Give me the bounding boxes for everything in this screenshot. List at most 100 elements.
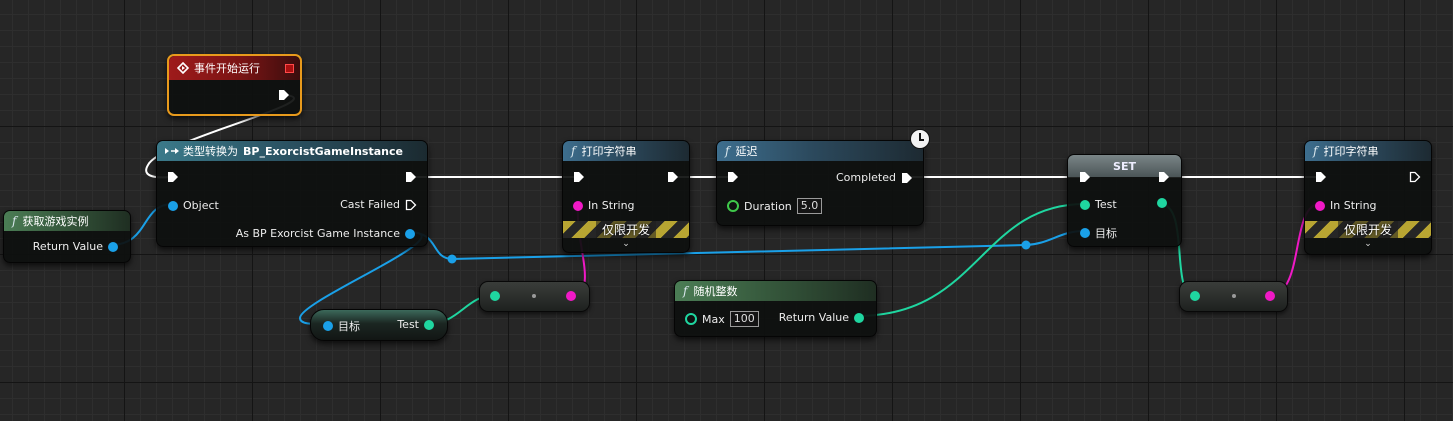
exec-in-icon xyxy=(168,172,178,182)
get-test-value-pin[interactable]: Test xyxy=(392,318,434,331)
delay-exec-in-pin[interactable] xyxy=(727,171,739,183)
cast-object-pin[interactable]: Object xyxy=(168,199,224,212)
print1-exec-out-pin[interactable] xyxy=(667,171,679,183)
random-integer-node[interactable]: f 随机整数 Max 100 Return Value xyxy=(674,280,877,337)
return-value-label: Return Value xyxy=(32,240,103,253)
print-string-header: f 打印字符串 xyxy=(563,141,689,161)
print-string-node-2[interactable]: f 打印字符串 In String 仅限开发 ⌄ xyxy=(1304,140,1432,255)
object-pin-icon xyxy=(108,241,118,252)
random-return-pin[interactable]: Return Value xyxy=(774,311,864,324)
cast-failed-label: Cast Failed xyxy=(340,198,400,211)
event-header: 事件开始运行 xyxy=(169,56,300,80)
event-icon xyxy=(177,62,189,74)
object-pin-icon xyxy=(168,200,178,211)
set-test-in-pin[interactable]: Test xyxy=(1080,198,1122,211)
get-test-target-pin[interactable]: 目标 xyxy=(323,318,365,334)
string-pin-icon xyxy=(1315,200,1325,211)
dev-only-banner: 仅限开发 xyxy=(1305,221,1431,238)
function-icon: f xyxy=(1313,144,1318,158)
chevron-down-icon[interactable]: ⌄ xyxy=(1305,239,1431,249)
delay-title: 延迟 xyxy=(735,145,758,158)
set-target-pin[interactable]: 目标 xyxy=(1080,225,1122,241)
exec-out-icon xyxy=(668,172,678,182)
max-input[interactable]: 100 xyxy=(729,311,759,327)
target-label: 目标 xyxy=(338,320,360,333)
print2-exec-out-pin[interactable] xyxy=(1409,171,1421,183)
function-icon: f xyxy=(683,284,688,298)
reroute-knot-2 xyxy=(1021,240,1031,250)
cast-node[interactable]: 类型转换为 BP_ExorcistGameInstance Object Cas… xyxy=(156,140,428,247)
reroute-knot-1 xyxy=(447,254,457,264)
string-pin-icon[interactable] xyxy=(566,291,576,301)
string-pin-icon[interactable] xyxy=(1265,291,1275,301)
duration-label: Duration xyxy=(744,199,792,213)
object-pin-icon xyxy=(405,228,415,239)
get-game-instance-header: f 获取游戏实例 xyxy=(4,211,130,231)
integer-pin-icon xyxy=(424,319,434,330)
set-exec-out-pin[interactable] xyxy=(1158,171,1170,183)
cast-exec-out-pin[interactable] xyxy=(405,171,417,183)
object-pin-icon xyxy=(1080,228,1090,238)
return-value-pin[interactable]: Return Value xyxy=(28,240,118,253)
clock-icon xyxy=(910,129,930,149)
print2-in-string-pin[interactable]: In String xyxy=(1315,199,1382,212)
as-instance-label: As BP Exorcist Game Instance xyxy=(235,227,400,240)
set-title: SET xyxy=(1113,159,1136,173)
get-game-instance-title: 获取游戏实例 xyxy=(22,215,89,228)
print1-in-string-pin[interactable]: In String xyxy=(573,199,640,212)
set-exec-in-pin[interactable] xyxy=(1079,171,1091,183)
print1-exec-in-pin[interactable] xyxy=(573,171,585,183)
max-label: Max xyxy=(702,312,725,326)
cast-failed-pin[interactable]: Cast Failed xyxy=(335,198,417,211)
exec-out-hollow-icon xyxy=(1409,171,1421,183)
set-node[interactable]: SET Test 目标 xyxy=(1067,154,1182,247)
dev-only-banner: 仅限开发 xyxy=(563,221,689,238)
set-test-out-pin[interactable] xyxy=(1157,198,1167,208)
integer-pin-icon xyxy=(685,313,697,325)
chevron-down-icon[interactable]: ⌄ xyxy=(563,239,689,249)
event-exec-out-pin[interactable] xyxy=(278,89,290,101)
exec-out-icon xyxy=(1159,172,1169,182)
exec-out-icon xyxy=(279,90,289,100)
integer-pin-icon xyxy=(854,312,864,323)
delay-completed-pin[interactable]: Completed xyxy=(831,171,913,184)
conversion-dot xyxy=(1232,294,1236,298)
in-string-label: In String xyxy=(588,199,635,212)
cast-icon xyxy=(165,148,179,154)
conversion-node-1[interactable] xyxy=(479,281,590,312)
print-string-node-1[interactable]: f 打印字符串 In String 仅限开发 ⌄ xyxy=(562,140,690,253)
get-test-node[interactable]: 目标 Test xyxy=(310,309,448,341)
in-string-label: In String xyxy=(1330,199,1377,212)
exec-in-icon xyxy=(1316,172,1326,182)
exec-in-icon xyxy=(1080,172,1090,182)
event-begin-play-node[interactable]: 事件开始运行 xyxy=(167,54,302,116)
get-game-instance-node[interactable]: f 获取游戏实例 Return Value xyxy=(3,210,131,263)
cast-exec-in-pin[interactable] xyxy=(167,171,179,183)
random-max-pin[interactable]: Max 100 xyxy=(685,311,759,327)
print2-exec-in-pin[interactable] xyxy=(1315,171,1327,183)
completed-label: Completed xyxy=(836,171,896,184)
dev-only-label: 仅限开发 xyxy=(1337,221,1398,238)
random-integer-header: f 随机整数 xyxy=(675,281,876,301)
dev-only-label: 仅限开发 xyxy=(595,221,656,238)
event-stop-icon xyxy=(285,63,294,73)
conversion-dot xyxy=(532,294,536,298)
integer-pin-icon xyxy=(1080,199,1090,210)
cast-as-instance-pin[interactable]: As BP Exorcist Game Instance xyxy=(231,227,415,240)
delay-header: f 延迟 xyxy=(717,141,923,161)
cast-title-prefix: 类型转换为 xyxy=(183,145,238,158)
integer-pin-icon[interactable] xyxy=(490,291,500,301)
duration-input[interactable]: 5.0 xyxy=(796,198,823,214)
test-label: Test xyxy=(397,318,419,331)
integer-pin-icon[interactable] xyxy=(1190,291,1200,301)
print-string-title: 打印字符串 xyxy=(1323,145,1379,158)
event-title: 事件开始运行 xyxy=(194,62,260,75)
conversion-node-2[interactable] xyxy=(1179,281,1288,312)
delay-duration-pin[interactable]: Duration 5.0 xyxy=(727,198,823,214)
delay-node[interactable]: f 延迟 Completed Duration 5.0 xyxy=(716,129,930,226)
print-string-title: 打印字符串 xyxy=(581,145,637,158)
cast-title-target: BP_ExorcistGameInstance xyxy=(243,144,403,158)
target-label: 目标 xyxy=(1095,227,1117,240)
function-icon: f xyxy=(725,144,730,158)
print-string-header: f 打印字符串 xyxy=(1305,141,1431,161)
